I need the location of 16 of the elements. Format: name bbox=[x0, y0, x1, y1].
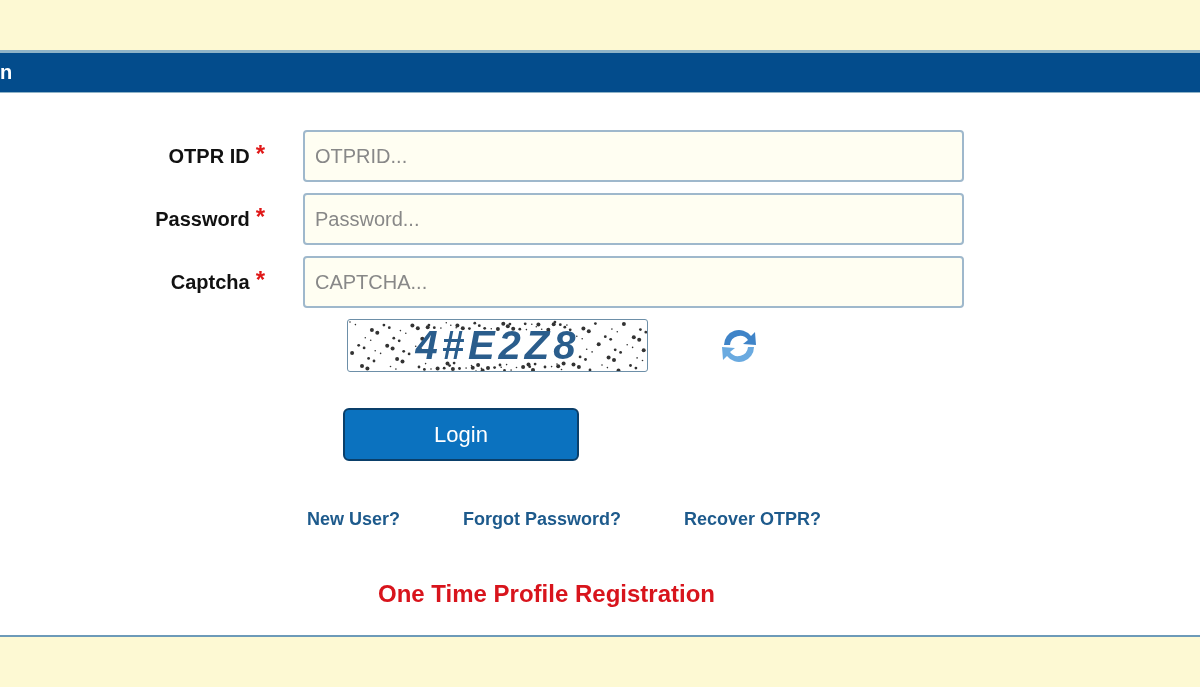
input-field[interactable]: Password... bbox=[303, 193, 964, 245]
required-mark: * bbox=[255, 144, 265, 163]
field-label: Password bbox=[155, 207, 250, 231]
link[interactable]: Forgot Password? bbox=[463, 509, 622, 530]
login-button[interactable]: Login bbox=[343, 408, 579, 461]
header-title: n bbox=[0, 61, 13, 84]
captcha-image: 4#E2Z8 bbox=[347, 319, 648, 372]
registration-link[interactable]: One Time Profile Registration bbox=[378, 580, 1200, 608]
required-mark: * bbox=[255, 207, 265, 226]
link[interactable]: New User? bbox=[307, 509, 401, 530]
field-label: OTPR ID bbox=[168, 144, 250, 168]
required-mark: * bbox=[255, 270, 265, 289]
field-label: Captcha bbox=[170, 270, 250, 294]
input-field[interactable]: CAPTCHA... bbox=[303, 256, 964, 308]
link[interactable]: Recover OTPR? bbox=[684, 509, 822, 530]
input-field[interactable]: OTPRID... bbox=[303, 130, 964, 182]
